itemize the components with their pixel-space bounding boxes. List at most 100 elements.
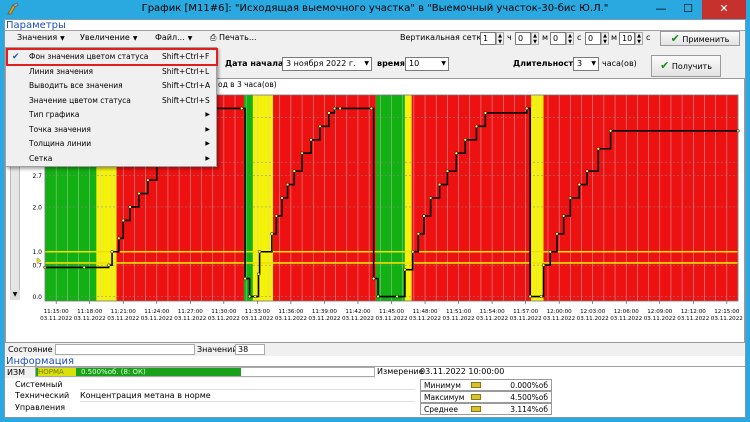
data-point — [541, 263, 546, 267]
izm-row: ИЗМ НОРМА 0.500%об. (8: ОК) — [5, 367, 375, 378]
duration-select[interactable]: 3 ▼ — [573, 57, 599, 71]
time-value: 10 — [409, 59, 420, 68]
menu-item-shortcut: Shift+Ctrl+A — [162, 81, 211, 90]
data-point — [121, 218, 125, 223]
vgrid-ms-input[interactable]: 0 — [585, 32, 601, 45]
menu-item-label: Линия значения — [29, 66, 94, 76]
menu-item-7[interactable]: Сетка ▶ — [6, 152, 216, 167]
data-point — [247, 294, 252, 299]
x-tick-date: 03.11.2022 — [208, 316, 240, 322]
x-tick-time: 11:24:00 — [144, 309, 170, 315]
values-menu[interactable]: Значения ▼ — [17, 33, 65, 42]
data-point — [243, 276, 247, 281]
date-day: 3 — [286, 59, 292, 68]
vgrid-sec2-input[interactable]: 10 — [619, 32, 635, 45]
close-button[interactable]: ✕ — [702, 0, 746, 19]
menu-item-label: Значение цветом статуса — [29, 95, 131, 105]
minimize-button[interactable]: — — [648, 0, 674, 19]
x-tick-date: 03.11.2022 — [510, 316, 542, 322]
state-label: Состояние — [8, 345, 53, 354]
stat-max: Максимум 4.500%об — [420, 391, 552, 403]
stat-min-value: 0.000%об — [510, 381, 548, 390]
params-section-header: Параметры — [5, 20, 745, 31]
status-band-warning — [252, 95, 274, 301]
x-tick-time: 11:39:00 — [312, 309, 338, 315]
vgrid-seconds-spinner[interactable]: ▲ ▼ — [566, 32, 574, 45]
data-point — [371, 276, 376, 281]
data-point — [577, 182, 581, 187]
x-tick-date: 03.11.2022 — [74, 316, 106, 322]
menu-item-4[interactable]: Тип графика ▶ — [6, 108, 216, 123]
menu-item-label: Толщина линии — [29, 139, 92, 148]
vgrid-hours-spinner[interactable]: ▲ ▼ — [496, 32, 504, 45]
menu-item-6[interactable]: Толщина линии ▶ — [6, 137, 216, 152]
time-label: время — [377, 59, 405, 68]
data-point — [596, 147, 600, 151]
data-point — [285, 182, 290, 187]
menu-item-label: Фон значения цветом статуса — [29, 52, 149, 61]
vgrid-sec2-spinner[interactable]: ▲ ▼ — [635, 32, 643, 45]
x-tick-date: 03.11.2022 — [677, 316, 709, 322]
vgrid-ms-spinner[interactable]: ▲ ▼ — [601, 32, 609, 45]
values-menu-label: Значения — [17, 33, 58, 42]
data-point — [395, 294, 399, 299]
data-point — [257, 250, 262, 254]
menu-item-1[interactable]: Линия значения Shift+Ctrl+L — [6, 65, 216, 80]
zoom-menu[interactable]: Увеличение ▼ — [80, 33, 137, 42]
vgrid-ms-unit: м — [611, 33, 618, 42]
x-tick-time: 11:27:00 — [178, 309, 204, 315]
x-tick-time: 12:15:00 — [714, 309, 740, 315]
data-point — [568, 196, 572, 200]
x-tick-time: 11:36:00 — [278, 309, 304, 315]
menu-item-2[interactable]: Выводить все значения Shift+Ctrl+A — [6, 79, 216, 94]
menu-item-label: Выводить все значения — [29, 81, 123, 90]
y-tick-label: 1.0 — [32, 249, 42, 256]
data-point — [528, 294, 532, 299]
chevron-down-icon: ▼ — [441, 60, 446, 67]
x-tick-time: 12:06:00 — [614, 309, 640, 315]
submenu-arrow-icon: ▶ — [205, 111, 210, 118]
data-point — [561, 214, 566, 218]
vgrid-hours-input[interactable]: 1 — [480, 32, 496, 45]
chevron-down-icon: ▼ — [132, 35, 138, 42]
file-menu-label: Файл... — [155, 33, 185, 42]
data-point — [292, 169, 296, 173]
x-tick-date: 03.11.2022 — [443, 316, 475, 322]
status-badge: НОРМА — [38, 368, 76, 376]
date-picker[interactable]: 3 ноября 2022 г. ▼ — [282, 57, 372, 71]
get-button[interactable]: ✔ Получить — [651, 55, 721, 77]
data-point — [437, 182, 442, 187]
data-point — [474, 124, 479, 128]
print-label: Печать... — [218, 33, 257, 42]
x-tick-time: 12:00:00 — [547, 309, 573, 315]
x-tick-date: 03.11.2022 — [241, 316, 273, 322]
data-point — [240, 106, 244, 111]
data-point — [318, 124, 322, 128]
vgrid-sec2-unit: с — [646, 33, 651, 42]
x-tick-date: 03.11.2022 — [644, 316, 676, 322]
apply-label: Применить — [682, 35, 730, 44]
maximize-button[interactable]: ☐ — [675, 0, 701, 19]
print-button[interactable]: ⎙ Печать... — [210, 33, 257, 43]
values-label: Значений — [197, 345, 238, 354]
row-control-label: Управления — [15, 403, 66, 412]
data-point — [110, 250, 114, 254]
menu-item-0[interactable]: ✔ Фон значения цветом статуса Shift+Ctrl+F — [6, 50, 216, 65]
apply-button[interactable]: ✔ Применить — [660, 31, 740, 46]
x-tick-time: 11:54:00 — [480, 309, 506, 315]
vgrid-minutes-spinner[interactable]: ▲ ▼ — [531, 32, 539, 45]
stat-min: Минимум 0.000%об — [420, 379, 552, 391]
time-select[interactable]: 10 ▼ — [405, 57, 449, 71]
stat-icon — [471, 382, 481, 388]
menu-item-3[interactable]: Значение цветом статуса Shift+Ctrl+S — [6, 94, 216, 109]
menu-item-5[interactable]: Точка значения ▶ — [6, 123, 216, 138]
x-tick-date: 03.11.2022 — [40, 316, 72, 322]
x-tick-time: 11:18:00 — [77, 309, 103, 315]
x-tick-date: 03.11.2022 — [275, 316, 307, 322]
info-rows: Системный Технический Концентрация метан… — [5, 379, 415, 415]
stat-avg: Среднее 3.114%об — [420, 403, 552, 415]
status-bar: Состояние Значений 38 — [5, 344, 745, 356]
vgrid-minutes-input[interactable]: 0 — [515, 32, 531, 45]
file-menu[interactable]: Файл... ▼ — [155, 33, 192, 42]
vgrid-seconds-input[interactable]: 0 — [550, 32, 566, 45]
